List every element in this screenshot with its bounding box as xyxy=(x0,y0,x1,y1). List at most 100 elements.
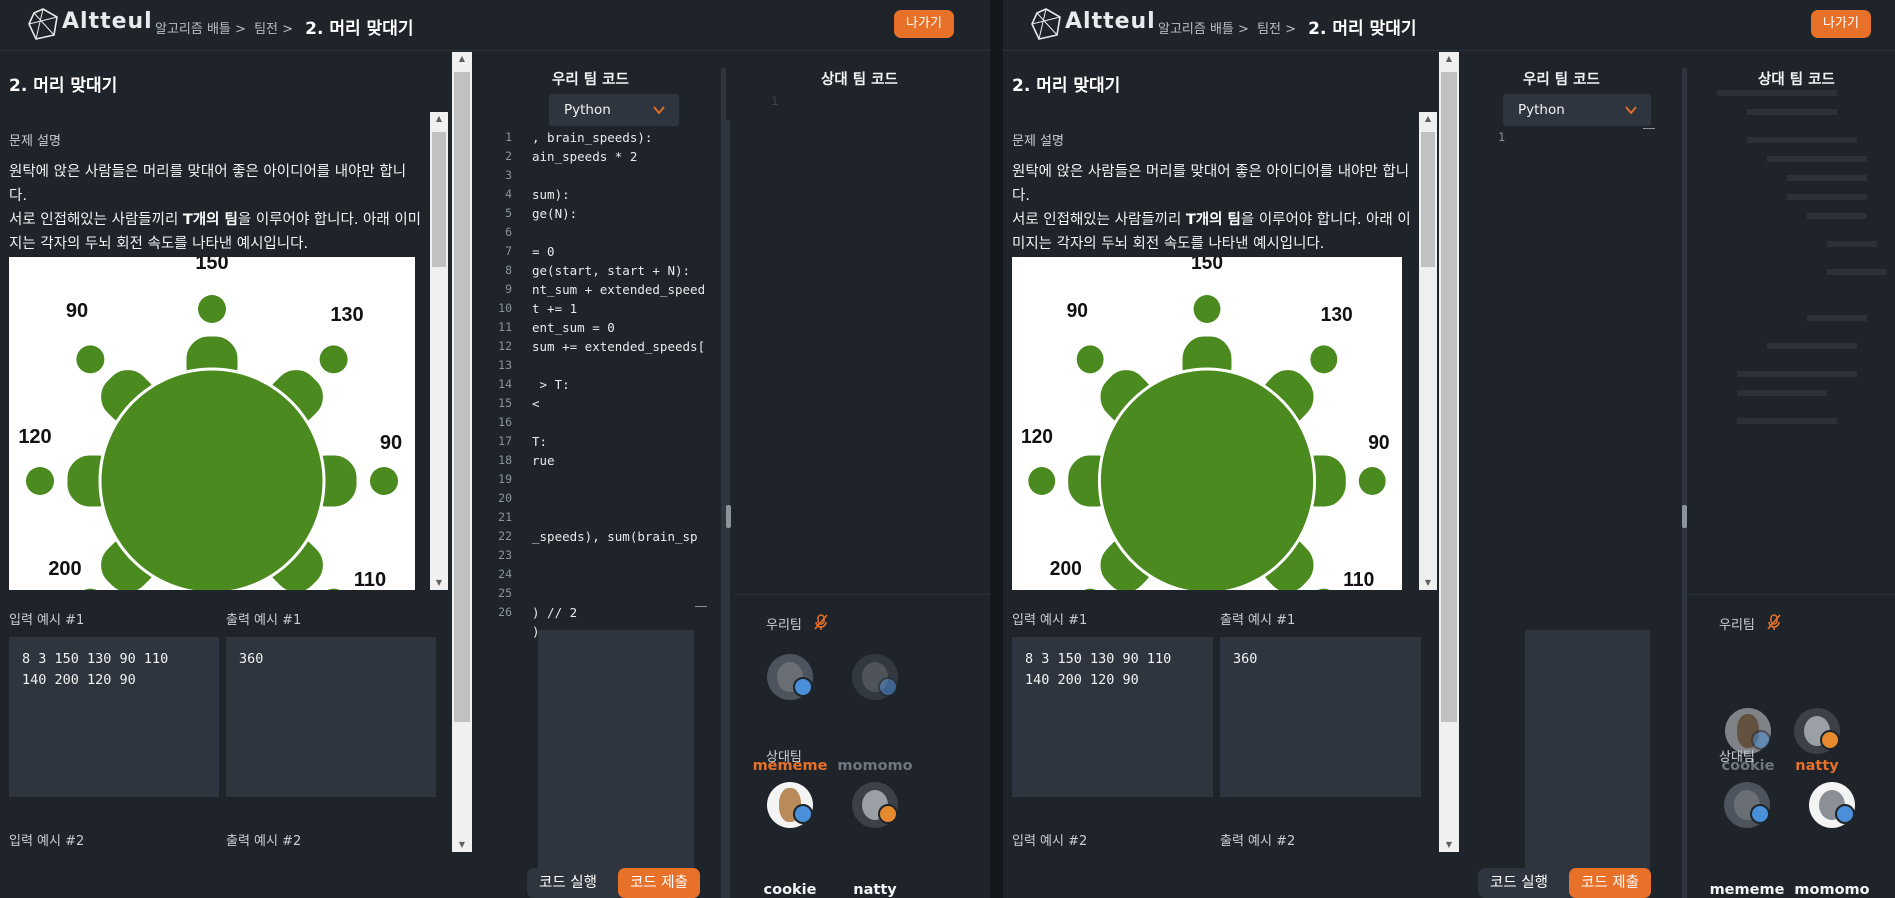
line-number: 15 xyxy=(498,396,512,410)
round-table-diagram: 1501309011014020012090 xyxy=(18,257,402,590)
speed-label: 130 xyxy=(330,304,363,326)
scroll-thumb[interactable] xyxy=(1441,72,1457,722)
language-select[interactable]: Python xyxy=(1503,94,1651,126)
username-momomo: momomo xyxy=(1794,882,1870,898)
line-number: 12 xyxy=(498,339,512,353)
brand-name[interactable]: Altteul xyxy=(1065,9,1156,34)
gear-icon xyxy=(793,804,813,824)
description-scrollbar[interactable]: ▲ ▼ xyxy=(1419,112,1437,590)
code-line: sum += extended_speeds[ xyxy=(532,339,706,354)
gear-icon xyxy=(1835,804,1855,824)
code-area[interactable]: , brain_speeds): ain_speeds * 2 sum): ge(N)… xyxy=(532,128,707,688)
code-line: _speeds), sum(brain_sp xyxy=(532,529,698,544)
line-number: 11 xyxy=(498,320,512,334)
breadcrumb: 알고리즘 배틀 > 팀전 > 2. 머리 맞대기 xyxy=(155,13,417,39)
opponent-code-blurred xyxy=(1717,90,1895,570)
line-numbers: 1 xyxy=(1489,128,1505,147)
gear-icon xyxy=(878,677,898,697)
opponent-team-label: 상대팀 xyxy=(1719,750,1755,765)
line-number: 1 xyxy=(1498,130,1505,144)
exit-button[interactable]: 나가기 xyxy=(894,10,954,38)
our-code-title: 우리 팀 코드 xyxy=(552,72,629,88)
code-line: t += 1 xyxy=(532,301,578,316)
scroll-up-icon[interactable]: ▲ xyxy=(430,112,448,126)
round-table-diagram: 1501309011014020012090 xyxy=(1021,257,1390,590)
scroll-up-icon[interactable]: ▲ xyxy=(1439,52,1459,66)
opponent-code-title: 상대 팀 코드 xyxy=(1758,72,1835,88)
chevron-down-icon xyxy=(1625,106,1637,115)
problem-scrollbar[interactable]: ▲ ▼ xyxy=(452,52,472,852)
altteul-logo-icon xyxy=(1031,8,1061,40)
scroll-down-icon[interactable]: ▼ xyxy=(430,576,448,590)
opponent-line-numbers: 1 xyxy=(764,92,778,111)
scroll-thumb[interactable] xyxy=(454,72,470,722)
problem-scrollbar[interactable]: ▲ ▼ xyxy=(1439,52,1459,852)
run-code-button[interactable]: 코드 실행 xyxy=(527,868,609,898)
code-area[interactable] xyxy=(1524,128,1674,683)
breadcrumb-current: 2. 머리 맞대기 xyxy=(305,19,414,39)
line-number: 24 xyxy=(498,567,512,581)
example-input-label-2: 입력 예시 #2 xyxy=(1012,834,1088,849)
language-select[interactable]: Python xyxy=(549,94,679,126)
line-number: 8 xyxy=(505,263,512,277)
language-value: Python xyxy=(1518,102,1565,118)
our-team-label: 우리팀 xyxy=(1719,618,1755,633)
line-number: 17 xyxy=(498,434,512,448)
example-input-label-2: 입력 예시 #2 xyxy=(9,834,85,849)
opponent-team-label: 상대팀 xyxy=(766,750,802,765)
example-output-1: 360 xyxy=(226,637,436,797)
speed-label: 110 xyxy=(1343,569,1374,590)
scroll-thumb[interactable] xyxy=(1421,132,1435,267)
line-number: 3 xyxy=(505,168,512,182)
team-divider xyxy=(734,594,990,595)
right-player-view: Altteul 알고리즘 배틀 > 팀전 > 2. 머리 맞대기 나가기 2. … xyxy=(1003,0,1895,898)
console-pane xyxy=(1525,630,1650,898)
brand-name[interactable]: Altteul xyxy=(62,9,153,34)
breadcrumb-battle[interactable]: 알고리즘 배틀 > xyxy=(1158,22,1249,37)
chevron-down-icon xyxy=(653,106,665,115)
description-bold: T개의 팀 xyxy=(182,212,238,228)
example-output-label-1: 출력 예시 #1 xyxy=(226,613,302,628)
scroll-up-icon[interactable]: ▲ xyxy=(452,52,472,66)
line-number: 4 xyxy=(505,187,512,201)
scroll-down-icon[interactable]: ▼ xyxy=(1439,838,1459,852)
description-scrollbar[interactable]: ▲ ▼ xyxy=(430,112,448,590)
gear-icon xyxy=(1750,804,1770,824)
breadcrumb-team[interactable]: 팀전 > xyxy=(254,22,293,37)
our-code-editor: 우리 팀 코드 Python 1 xyxy=(1459,52,1687,898)
breadcrumb-battle[interactable]: 알고리즘 배틀 > xyxy=(155,22,246,37)
description-line-2: 서로 인접해있는 사람들끼리 xyxy=(1012,212,1186,228)
example-input-1: 8 3 150 130 90 110 140 200 120 90 xyxy=(9,637,219,797)
speed-label: 120 xyxy=(18,426,51,448)
line-number: 19 xyxy=(498,472,512,486)
submit-code-button[interactable]: 코드 제출 xyxy=(618,868,700,898)
table-circle xyxy=(98,367,326,590)
code-line: < xyxy=(532,396,540,411)
scroll-up-icon[interactable]: ▲ xyxy=(1419,112,1437,126)
description-line-2: 서로 인접해있는 사람들끼리 xyxy=(9,212,183,228)
code-line: sum): xyxy=(532,187,570,202)
username-natty: natty xyxy=(853,882,897,898)
line-number: 10 xyxy=(498,301,512,315)
scroll-down-icon[interactable]: ▼ xyxy=(1419,576,1437,590)
exit-button[interactable]: 나가기 xyxy=(1811,10,1871,38)
mic-off-icon[interactable] xyxy=(812,613,830,631)
splitter-handle[interactable] xyxy=(726,505,731,528)
run-code-button[interactable]: 코드 실행 xyxy=(1478,868,1560,898)
speed-label: 150 xyxy=(1191,257,1223,274)
breadcrumb-team[interactable]: 팀전 > xyxy=(1257,22,1296,37)
speed-label: 150 xyxy=(195,257,228,274)
mic-off-icon[interactable] xyxy=(1765,613,1783,631)
round-table-figure: 1501309011014020012090 xyxy=(9,257,415,590)
code-line: > T: xyxy=(532,377,570,392)
code-line: ain_speeds * 2 xyxy=(532,149,638,164)
submit-code-button[interactable]: 코드 제출 xyxy=(1569,868,1651,898)
code-line: nt_sum + extended_speed xyxy=(532,282,706,297)
line-numbers: 1 2 3 4 5 6 7 8 9 10 11 12 13 14 15 16 17 18 19 20 21 22 23 24 2… xyxy=(472,128,512,622)
example-output-1: 360 xyxy=(1220,637,1421,797)
scroll-thumb[interactable] xyxy=(432,132,446,267)
scroll-down-icon[interactable]: ▼ xyxy=(452,838,472,852)
